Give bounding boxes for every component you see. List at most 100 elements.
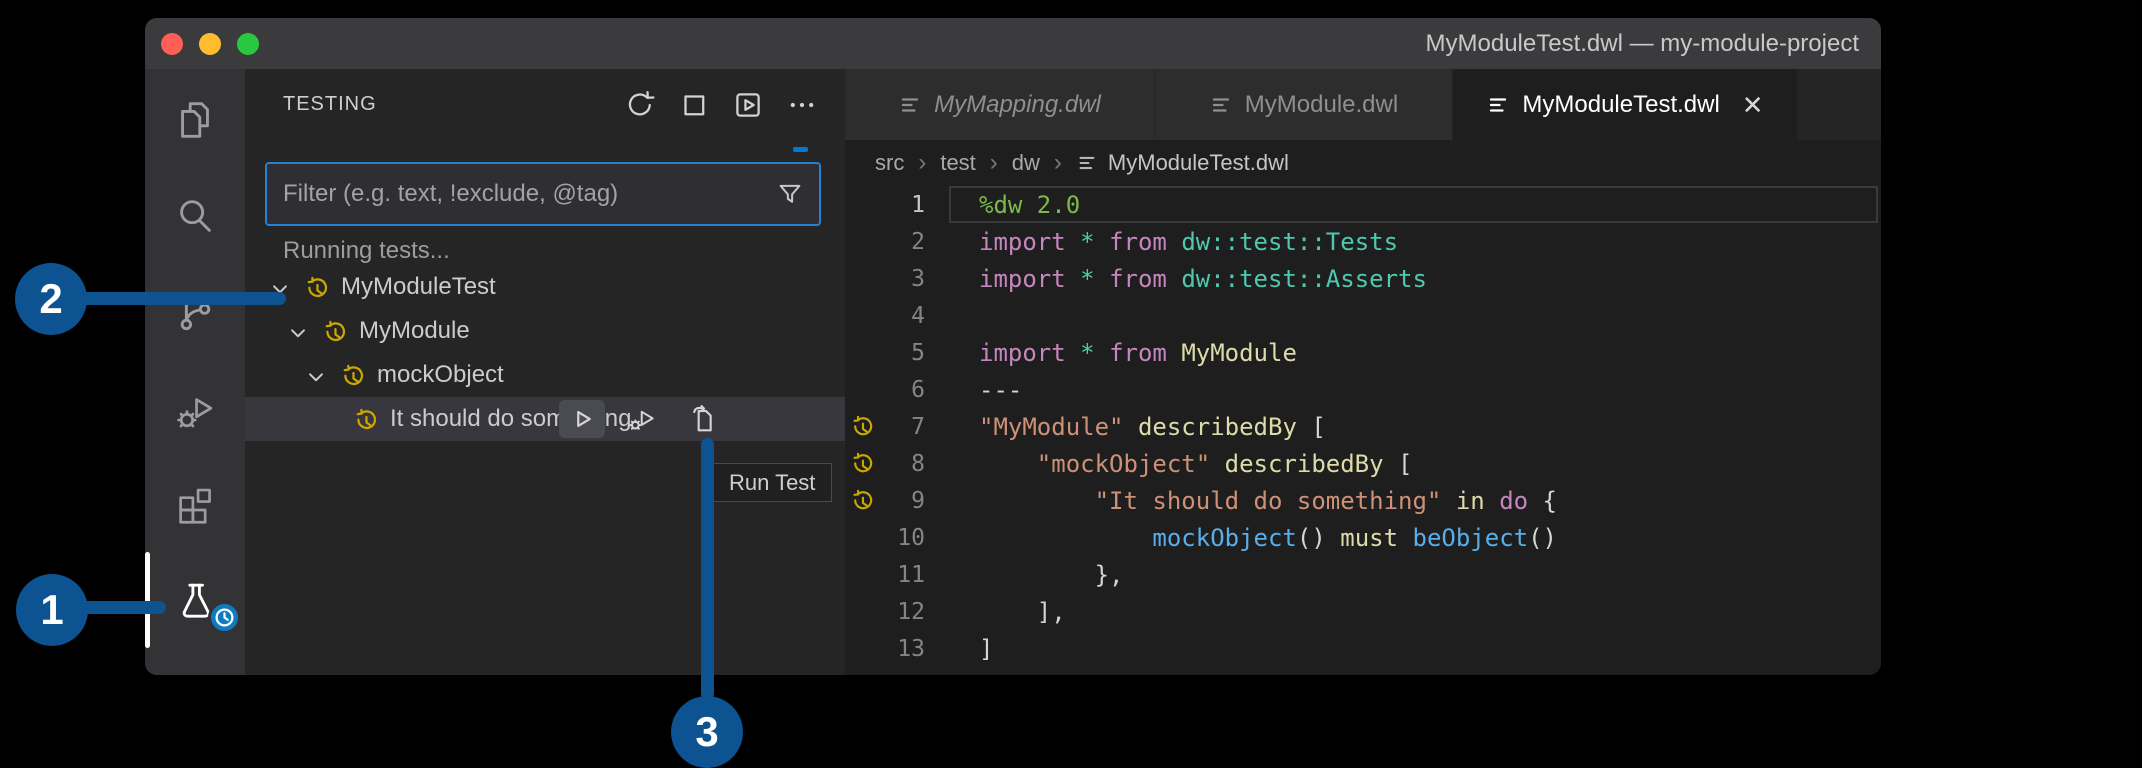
test-filter-box[interactable] [265,162,821,226]
active-view-indicator [145,552,150,648]
extensions-icon [172,482,218,528]
test-tree-item-mymoduletest[interactable]: MyModuleTest [245,265,845,309]
go-to-test-button[interactable] [679,400,725,438]
traffic-light-close[interactable] [161,33,183,55]
chevron-down-icon[interactable] [285,317,321,346]
callout-1-badge: 1 [16,574,88,646]
tab-mymoduletest-dwl[interactable]: MyModuleTest.dwl ✕ [1453,69,1797,140]
file-icon [1076,152,1098,174]
line-number: 5 [911,339,925,366]
running-tests-status: Running tests... [283,237,450,264]
run-test-button[interactable] [559,400,605,438]
activity-bar-item-testing[interactable] [172,579,241,634]
test-item-label: MyModuleTest [341,273,496,300]
code-text: ] [979,634,994,663]
code-text: "mockObject" describedBy [ [1036,449,1413,478]
window-body: TESTING Running tests... MyModuleTestMyM… [145,69,1881,675]
test-queued-clock-icon [303,272,331,303]
code-text: import * from MyModule [979,338,1297,367]
file-icon [1486,93,1510,117]
debug-test-button[interactable] [619,400,665,438]
traffic-light-zoom[interactable] [237,33,259,55]
refresh-tests-button[interactable] [623,88,657,122]
line-number: 6 [911,376,925,403]
code-editor: 1 %dw 2.0 2 import * from dw::test::Tests 3 i… [845,186,1881,675]
editor-tab-bar: MyMapping.dwl MyModule.dwl MyModuleTest.dw… [845,69,1881,140]
files-icon [172,97,218,143]
code-line-2: 2 import * from dw::test::Tests [845,223,1881,260]
callout-3-line [701,438,714,700]
test-tree-item-it-should-do-something[interactable]: It should do something [245,397,845,441]
search-icon [172,193,218,239]
activity-bar [145,69,245,675]
code-line-5: 5 import * from MyModule [845,334,1881,371]
chevron-down-icon[interactable] [303,361,339,390]
tab-mymapping-dwl[interactable]: MyMapping.dwl [845,69,1155,140]
tab-label: MyMapping.dwl [934,90,1101,118]
run-debug-icon [172,389,218,435]
code-line-3: 3 import * from dw::test::Asserts [845,260,1881,297]
running-progress-bar [793,147,808,152]
activity-bar-item-extensions[interactable] [172,482,218,528]
test-item-label: MyModule [359,317,470,344]
code-text: ], [979,597,1066,626]
line-number: 7 [911,413,925,440]
run-test-tooltip: Run Test [712,463,833,502]
code-line-1: 1 %dw 2.0 [845,186,1881,223]
callout-2-line [78,292,286,305]
line-number: 8 [911,450,925,477]
code-line-7: 7 "MyModule" describedBy [ [845,408,1881,445]
test-tree-item-mymodule[interactable]: MyModule [245,309,845,353]
testing-panel: TESTING Running tests... MyModuleTestMyM… [245,69,845,675]
activity-bar-item-explorer[interactable] [172,97,218,143]
gutter-test-queued-icon[interactable] [845,449,883,478]
testing-panel-title: TESTING [283,93,377,115]
close-tab-icon[interactable]: ✕ [1742,92,1764,118]
test-queued-clock-icon [321,316,349,347]
code-line-11: 11 }, [845,556,1881,593]
breadcrumb-item-file[interactable]: MyModuleTest.dwl [1076,150,1289,176]
gutter-test-queued-icon[interactable] [845,412,883,441]
line-number: 13 [897,635,925,662]
title-bar: MyModuleTest.dwl — my-module-project [145,18,1881,69]
test-item-label: mockObject [377,361,504,388]
file-icon [1209,93,1233,117]
clock-badge-icon [208,601,241,634]
code-text: import * from dw::test::Asserts [979,264,1427,293]
editor-area: MyMapping.dwl MyModule.dwl MyModuleTest.dw… [845,69,1881,675]
line-number: 2 [911,228,925,255]
line-number: 14 [883,673,925,676]
code-line-14: 14 [845,667,1881,676]
test-tree-item-mockobject[interactable]: mockObject [245,353,845,397]
activity-bar-item-run-debug[interactable] [172,389,218,435]
line-number: 11 [897,561,925,588]
tab-label: MyModule.dwl [1244,90,1399,118]
gutter-test-queued-icon[interactable] [845,486,883,515]
run-tests-button[interactable] [731,88,765,122]
activity-bar-item-search[interactable] [172,193,218,239]
breadcrumb-item-test[interactable]: test [940,150,975,176]
window-title: MyModuleTest.dwl — my-module-project [1425,30,1859,57]
test-tree: MyModuleTest MyModule mockObject It should … [245,265,845,441]
code-text: --- [979,375,1023,404]
cancel-run-button[interactable] [677,88,711,122]
code-line-8: 8 "mockObject" describedBy [ [845,445,1881,482]
test-queued-clock-icon [339,360,367,391]
code-line-13: 13] [845,630,1881,667]
breadcrumb-file-label: MyModuleTest.dwl [1107,150,1289,175]
filter-funnel-icon[interactable] [775,179,805,209]
code-text: %dw 2.0 [979,190,1081,219]
breadcrumb-separator: › [989,149,998,176]
traffic-light-minimize[interactable] [199,33,221,55]
tab-mymodule-dwl[interactable]: MyModule.dwl [1155,69,1453,140]
filter-input[interactable] [281,179,775,209]
tab-label: MyModuleTest.dwl [1522,90,1720,118]
code-line-4: 4 [845,297,1881,334]
more-actions-button[interactable] [785,88,819,122]
file-icon [898,93,922,117]
test-queued-clock-icon [352,404,380,435]
breadcrumb-item-dw[interactable]: dw [1012,150,1040,176]
line-number: 10 [897,524,925,551]
code-line-9: 9 "It should do something" in do { [845,482,1881,519]
breadcrumb-item-src[interactable]: src [875,150,904,176]
